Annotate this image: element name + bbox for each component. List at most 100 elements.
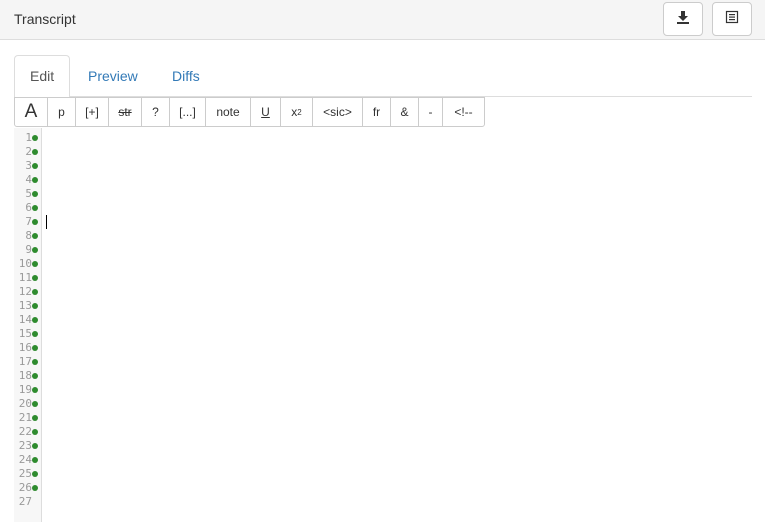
line-marker-dot [32, 177, 38, 183]
line-marker-dot [32, 247, 38, 253]
fraction-button[interactable]: fr [363, 98, 391, 126]
download-button[interactable] [663, 2, 703, 36]
line-marker-dot [32, 457, 38, 463]
line-number: 19 [18, 383, 32, 396]
gutter-line: 18 [14, 369, 42, 383]
gutter-line: 13 [14, 299, 42, 313]
gutter-line: 11 [14, 271, 42, 285]
gutter-line: 6 [14, 201, 42, 215]
sic-button[interactable]: <sic> [313, 98, 363, 126]
line-marker-dot [32, 205, 38, 211]
comment-button[interactable]: <!-- [443, 98, 484, 126]
line-number: 26 [18, 481, 32, 494]
list-view-icon [725, 10, 739, 29]
line-marker-dot [32, 303, 38, 309]
line-number: 9 [25, 243, 32, 256]
line-number: 17 [18, 355, 32, 368]
paragraph-button[interactable]: p [48, 98, 76, 126]
line-marker-dot [32, 331, 38, 337]
gutter-line: 10 [14, 257, 42, 271]
insertion-button[interactable]: [+] [76, 98, 109, 126]
line-marker-dot [32, 485, 38, 491]
gutter-line: 5 [14, 187, 42, 201]
editor-tabs: Edit Preview Diffs [14, 55, 752, 98]
line-number: 25 [18, 467, 32, 480]
panel-title: Transcript [14, 11, 76, 27]
line-number: 15 [18, 327, 32, 340]
unclear-button[interactable]: ? [142, 98, 170, 126]
font-size-button[interactable]: A [15, 98, 48, 126]
gutter-line: 27 [14, 495, 42, 509]
line-number: 12 [18, 285, 32, 298]
gutter-line: 25 [14, 467, 42, 481]
line-number: 6 [25, 201, 32, 214]
line-number: 11 [18, 271, 32, 284]
gutter-line: 22 [14, 425, 42, 439]
gutter-line: 19 [14, 383, 42, 397]
gutter-line: 7 [14, 215, 42, 229]
gutter-line: 1 [14, 131, 42, 145]
note-button[interactable]: note [206, 98, 251, 126]
line-number: 3 [25, 159, 32, 172]
line-marker-dot [32, 471, 38, 477]
line-number: 7 [25, 215, 32, 228]
line-number: 10 [18, 257, 32, 270]
line-marker-dot [32, 219, 38, 225]
gutter-line: 8 [14, 229, 42, 243]
line-marker-dot [32, 135, 38, 141]
ampersand-button[interactable]: & [391, 98, 419, 126]
line-marker-dot [32, 233, 38, 239]
gutter-line: 20 [14, 397, 42, 411]
line-marker-dot [32, 163, 38, 169]
line-marker-dot [32, 429, 38, 435]
line-marker-dot [32, 401, 38, 407]
line-marker-dot [32, 373, 38, 379]
line-number: 20 [18, 397, 32, 410]
line-marker-dot [32, 443, 38, 449]
line-marker-dot [32, 149, 38, 155]
tab-edit[interactable]: Edit [14, 55, 71, 98]
gutter-line: 9 [14, 243, 42, 257]
gutter-line: 15 [14, 327, 42, 341]
line-marker-dot [32, 359, 38, 365]
download-icon [676, 10, 690, 29]
line-number-gutter: 1 2 3 4 5 6 7 8 9 10 11 12 13 14 15 16 17 18 19 20 21 22 23 24 2… [14, 128, 42, 522]
line-number: 2 [25, 145, 32, 158]
list-view-button[interactable] [712, 2, 752, 36]
line-number: 23 [18, 439, 32, 452]
line-number: 13 [18, 299, 32, 312]
line-number: 8 [25, 229, 32, 242]
line-marker-dot [32, 191, 38, 197]
line-number: 24 [18, 453, 32, 466]
line-number: 21 [18, 411, 32, 424]
text-cursor [46, 215, 47, 229]
gutter-line: 4 [14, 173, 42, 187]
line-number: 14 [18, 313, 32, 326]
line-marker-dot [32, 317, 38, 323]
line-marker-dot [32, 345, 38, 351]
underline-button[interactable]: U [251, 98, 281, 126]
superscript-button[interactable]: x2 [281, 98, 313, 126]
line-marker-dot [32, 289, 38, 295]
line-marker-dot [32, 261, 38, 267]
line-number: 1 [25, 131, 32, 144]
gutter-line: 24 [14, 453, 42, 467]
gutter-line: 17 [14, 355, 42, 369]
tab-diffs[interactable]: Diffs [157, 55, 215, 97]
line-number: 18 [18, 369, 32, 382]
gap-button[interactable]: [...] [170, 98, 206, 126]
gutter-line: 2 [14, 145, 42, 159]
strikethrough-button[interactable]: str [109, 98, 142, 126]
gutter-line: 14 [14, 313, 42, 327]
dash-button[interactable]: - [419, 98, 443, 126]
superscript-exponent: 2 [297, 107, 302, 117]
transcript-header: Transcript [0, 0, 765, 40]
line-marker-dot [32, 275, 38, 281]
line-number: 5 [25, 187, 32, 200]
tab-preview[interactable]: Preview [73, 55, 153, 97]
line-number: 4 [25, 173, 32, 186]
line-number: 27 [18, 495, 32, 508]
transcript-editor[interactable]: 1 2 3 4 5 6 7 8 9 10 11 12 13 14 15 16 17 18 19 20 21 22 23 24 2… [14, 128, 752, 522]
gutter-line: 26 [14, 481, 42, 495]
gutter-line: 21 [14, 411, 42, 425]
